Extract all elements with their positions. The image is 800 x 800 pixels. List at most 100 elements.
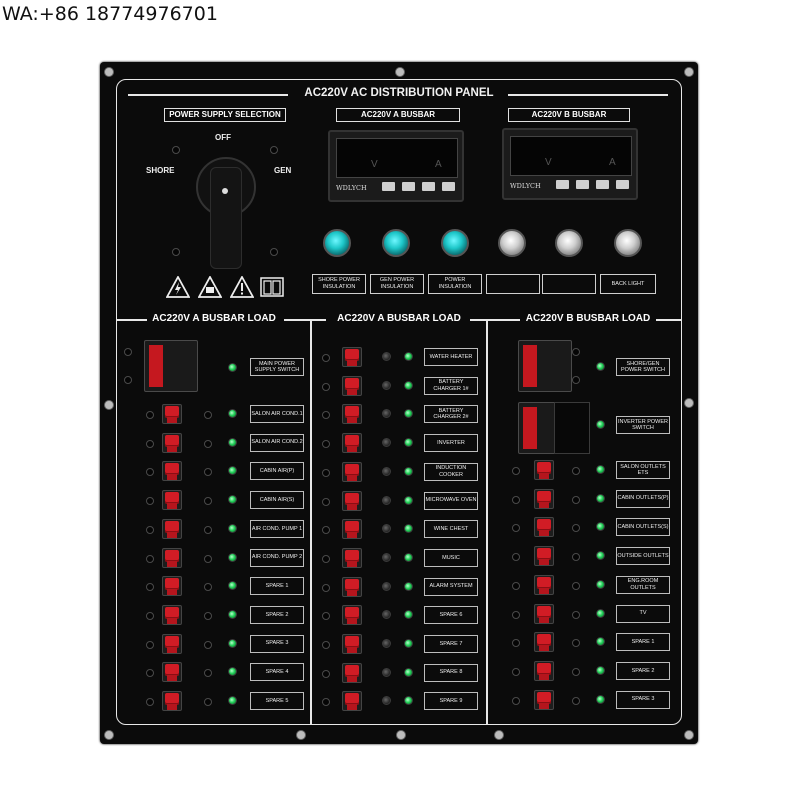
screw [396,730,406,740]
circuit-label: CABIN AIR(S) [250,491,304,510]
circuit-breaker[interactable] [162,490,182,511]
breaker-lever-base [539,702,549,709]
breaker-lever-base [539,673,549,680]
breaker-lever-base [347,360,357,366]
power-source-selector-switch[interactable] [196,157,256,269]
circuit-breaker[interactable] [534,574,554,595]
circuit-breaker[interactable] [162,691,182,711]
electric-hazard-icon [166,276,190,298]
breaker-lever[interactable] [523,345,537,387]
breaker-lever-base [347,704,357,711]
circuit-breaker[interactable] [342,634,362,654]
mount-hole [146,698,154,706]
back-light-switch[interactable] [614,229,642,257]
meter-button[interactable] [402,182,415,191]
breaker-lever-base [167,474,177,481]
mount-hole [572,667,580,676]
circuit-breaker[interactable] [162,633,182,654]
circuit-breaker[interactable] [162,662,182,683]
circuit-breaker[interactable] [162,518,182,539]
meter-button[interactable] [616,180,629,189]
status-led [596,694,605,704]
breaker-lever-base [167,445,177,452]
status-led [596,493,605,503]
meter-a-busbar: V A WDLYCH [328,130,464,202]
circuit-breaker[interactable] [162,547,182,568]
circuit-breaker[interactable] [342,576,362,597]
circuit-breaker[interactable] [534,488,554,509]
mount-hole [572,696,580,705]
indicator-hole [172,248,180,256]
meter-button[interactable] [382,182,395,191]
main-power-double-breaker[interactable] [144,340,198,392]
circuit-label: OUTSIDE OUTLETS [616,547,670,566]
circuit-breaker[interactable] [342,347,362,367]
mount-hole [204,525,212,534]
status-led [404,352,413,361]
circuit-breaker[interactable] [342,375,362,396]
power-insulation-lamp [441,229,469,257]
circuit-breaker[interactable] [534,603,554,624]
circuit-label: SPARE 2 [616,661,670,680]
circuit-label: MAIN POWER SUPPLY SWITCH [250,358,304,376]
circuit-breaker[interactable] [342,691,362,712]
mount-hole [146,611,154,620]
breaker-lever[interactable] [149,345,163,387]
selector-handle[interactable] [210,167,242,269]
status-led [404,639,413,648]
circuit-label: SPARE 5 [250,692,304,710]
section-divider [284,319,326,321]
breaker-lever-base [539,587,549,594]
shore-gen-double-breaker[interactable] [518,340,572,392]
breaker-lever-base [347,589,357,596]
circuit-label: BATTERY CHARGER 1# [424,376,478,395]
circuit-breaker[interactable] [162,576,182,597]
meter-button[interactable] [556,180,569,189]
status-led-off [382,466,391,476]
circuit-breaker[interactable] [162,604,182,625]
circuit-breaker[interactable] [534,632,554,653]
column-divider [486,319,488,725]
breaker-lever[interactable] [523,407,537,449]
status-led [228,409,237,418]
circuit-label: SPARE 1 [616,633,670,652]
section-divider [656,319,682,321]
circuit-label: SPARE 3 [250,634,304,653]
circuit-breaker[interactable] [342,547,362,568]
meter-button[interactable] [422,182,435,191]
meter-button[interactable] [596,180,609,189]
meter-button[interactable] [442,182,455,191]
circuit-breaker[interactable] [162,461,182,482]
breaker-lever-base [347,474,357,481]
circuit-breaker[interactable] [342,404,362,425]
circuit-breaker[interactable] [534,689,554,710]
blank-label [486,274,540,294]
circuit-breaker[interactable] [342,490,362,511]
circuit-breaker[interactable] [342,605,362,626]
breaker-lever-base [539,645,549,652]
circuit-breaker[interactable] [162,432,182,453]
mount-hole [204,439,212,448]
circuit-breaker[interactable] [162,404,182,424]
circuit-label: CABIN OUTLETS(P) [616,489,670,508]
read-manual-icon [260,277,284,297]
breaker-lever-base [167,617,177,624]
status-led [404,466,413,476]
mount-hole [512,581,520,590]
breaker-lever-base [539,473,549,479]
indicator-lamp-off [555,229,583,257]
circuit-breaker[interactable] [534,517,554,538]
circuit-label: INDUCTION COOKER [424,462,478,481]
circuit-breaker[interactable] [342,519,362,540]
breaker-lever-base [347,675,357,682]
circuit-breaker[interactable] [534,660,554,681]
screw [395,67,405,77]
circuit-breaker[interactable] [534,460,554,480]
circuit-breaker[interactable] [342,662,362,683]
circuit-breaker[interactable] [342,433,362,454]
meter-button[interactable] [576,180,589,189]
circuit-label: AIR COND. PUMP 2 [250,548,304,567]
circuit-label: SHORE/GEN POWER SWITCH [616,358,670,376]
circuit-breaker[interactable] [534,546,554,567]
circuit-breaker[interactable] [342,461,362,482]
